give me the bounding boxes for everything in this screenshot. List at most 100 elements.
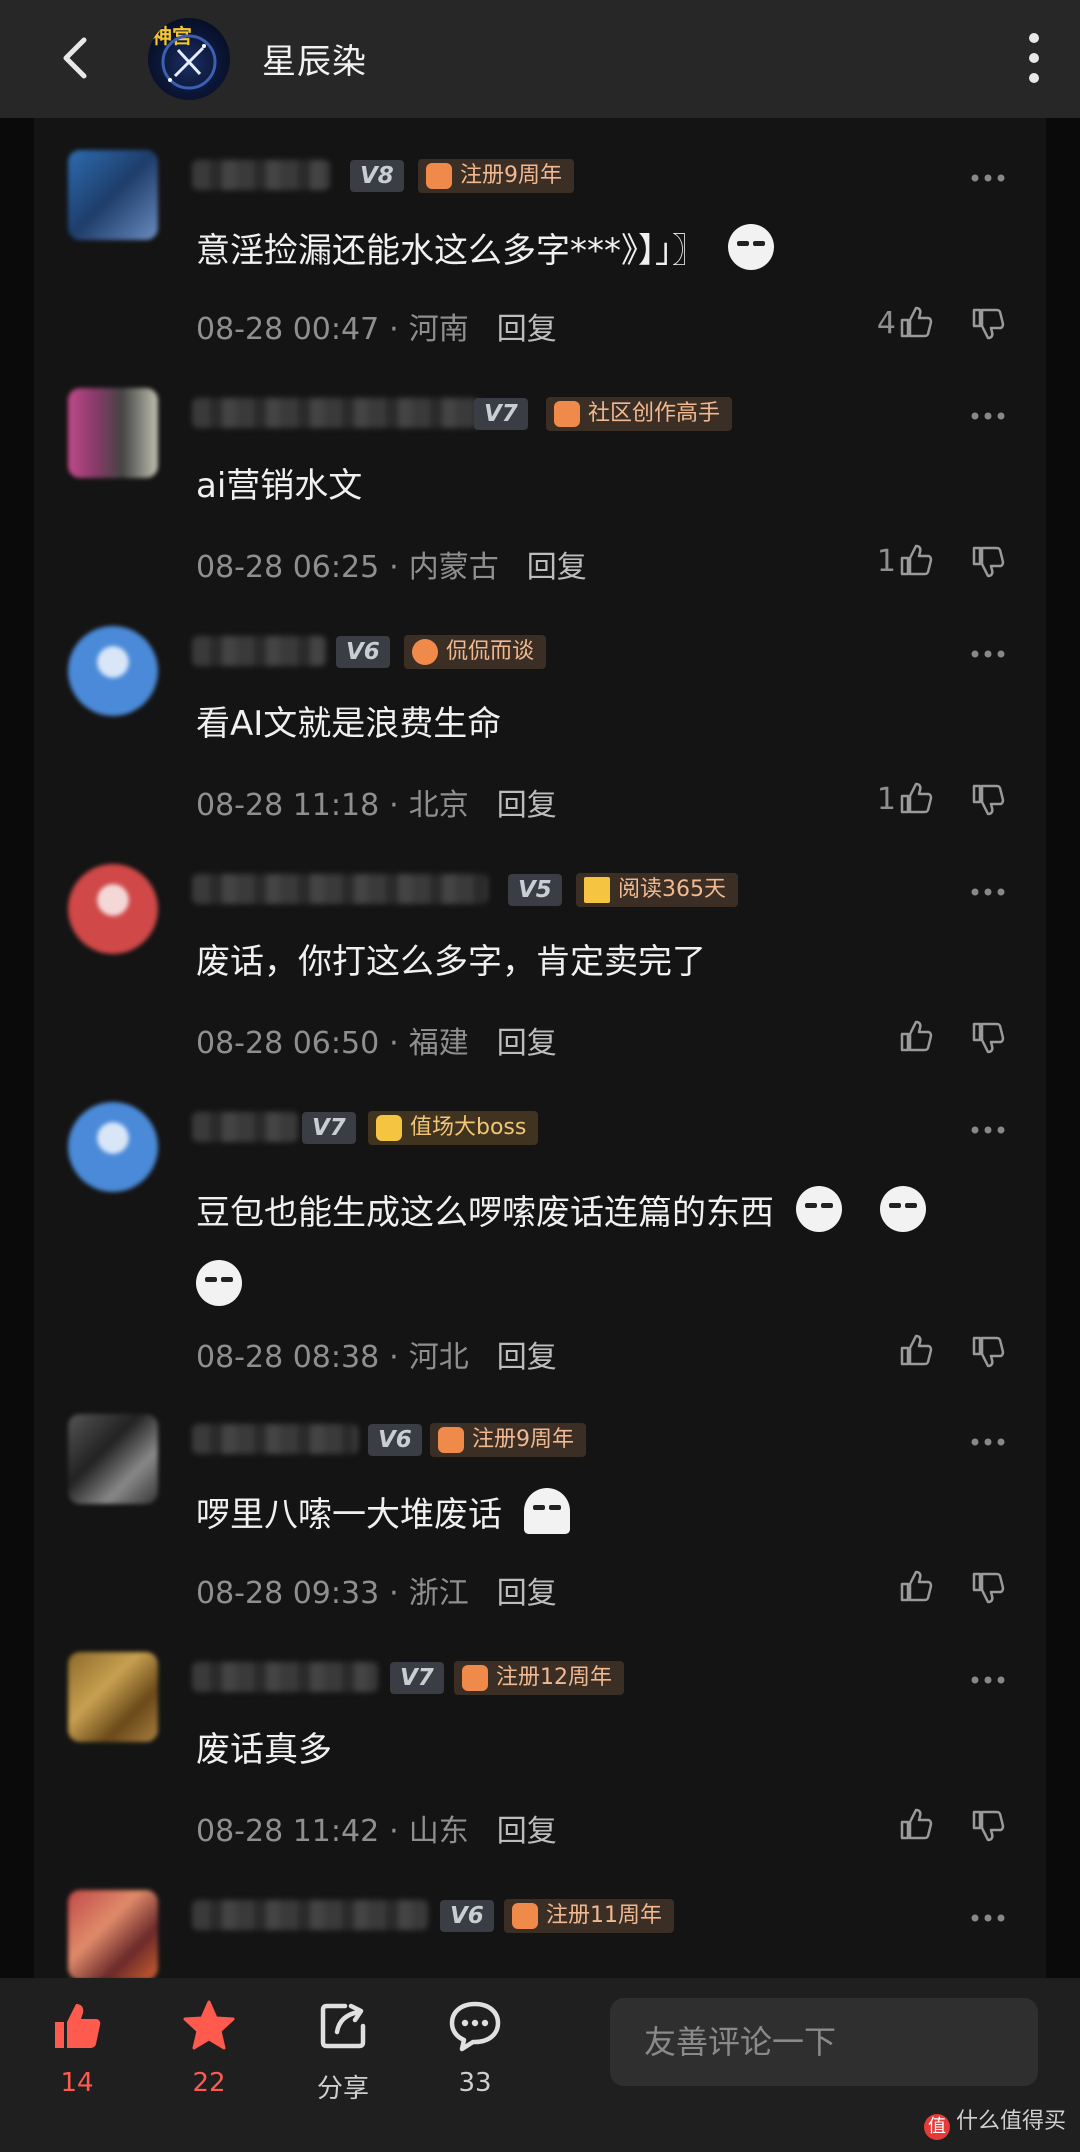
emoji-face-icon — [524, 1488, 570, 1534]
reply-button[interactable]: 回复 — [497, 1814, 557, 1849]
reply-button[interactable]: 回复 — [497, 1576, 557, 1611]
medal-badge: 注册9周年 — [430, 1423, 586, 1457]
medal-label: 值场大boss — [410, 1115, 527, 1140]
like-count: 4 — [876, 306, 896, 341]
comment-more-icon[interactable] — [970, 1675, 1006, 1685]
comment-more-icon[interactable] — [970, 411, 1006, 421]
username-blurred[interactable] — [192, 1662, 378, 1692]
thumbs-up-icon — [900, 544, 933, 576]
comment-location: 北京 — [408, 788, 469, 823]
user-avatar[interactable] — [68, 388, 158, 478]
like-button[interactable] — [834, 1806, 934, 1846]
like-button[interactable]: 4 — [834, 304, 934, 344]
star-filled-icon — [183, 2000, 235, 2050]
pen-icon — [554, 401, 580, 427]
comment-more-icon[interactable] — [970, 887, 1006, 897]
username-blurred[interactable] — [192, 874, 488, 904]
medal-label: 侃侃而谈 — [446, 639, 535, 664]
username-blurred[interactable] — [192, 1900, 428, 1930]
reply-button[interactable]: 回复 — [497, 788, 557, 823]
author-avatar[interactable]: 神宫 — [148, 18, 230, 100]
thumbs-up-icon — [900, 1020, 933, 1052]
reply-button[interactable]: 回复 — [497, 1026, 557, 1061]
username-blurred[interactable] — [192, 1424, 358, 1454]
like-article-button[interactable]: 14 — [32, 1998, 122, 2098]
thumbs-down-icon[interactable] — [970, 782, 1006, 818]
thumbs-down-icon[interactable] — [970, 1334, 1006, 1370]
thumbs-down-icon[interactable] — [970, 544, 1006, 580]
medal-label: 注册9周年 — [460, 163, 562, 188]
level-badge: V7 — [474, 398, 528, 430]
reply-button[interactable]: 回复 — [527, 550, 587, 585]
comment-text: 豆包也能生成这么啰嗦废话连篇的东西 — [196, 1176, 1016, 1324]
watermark: 值什么值得买 — [923, 2103, 1066, 2140]
reply-button[interactable]: 回复 — [497, 312, 557, 347]
comment-text: 啰里八嗦一大堆废话 — [196, 1488, 1016, 1539]
user-avatar[interactable] — [68, 1890, 158, 1978]
comment-more-icon[interactable] — [970, 649, 1006, 659]
share-button[interactable]: 分享 — [298, 1998, 388, 2105]
comment-text: 意淫捡漏还能水这么多字***》】」〗 — [196, 224, 1016, 275]
like-button[interactable] — [834, 1018, 934, 1058]
like-button[interactable] — [834, 1332, 934, 1372]
comment-text-content: 豆包也能生成这么啰嗦废话连篇的东西 — [196, 1193, 774, 1233]
user-avatar[interactable] — [68, 1652, 158, 1742]
username-blurred[interactable] — [192, 636, 326, 666]
reply-button[interactable]: 回复 — [497, 1340, 557, 1375]
user-avatar[interactable] — [68, 864, 158, 954]
user-avatar[interactable] — [68, 1102, 158, 1192]
username-blurred[interactable] — [192, 160, 330, 190]
comment-location: 山东 — [408, 1814, 469, 1849]
level-badge: V6 — [368, 1424, 422, 1456]
like-button[interactable]: 1 — [834, 780, 934, 820]
emoji-face-icon — [196, 1260, 242, 1306]
comment-date: 08-28 09:33 — [196, 1576, 380, 1611]
thumbs-up-icon — [900, 1570, 933, 1602]
comment-location: 河北 — [408, 1340, 469, 1375]
comment-list[interactable]: V8 注册9周年 意淫捡漏还能水这么多字***》】」〗 08-28 00:47 ·… — [34, 118, 1046, 1978]
share-label: 分享 — [316, 2074, 369, 2104]
comment-more-icon[interactable] — [970, 173, 1006, 183]
comment-meta: 08-28 09:33 · 浙江 回复 — [196, 1576, 557, 1611]
thumbs-down-icon[interactable] — [970, 306, 1006, 342]
user-avatar[interactable] — [68, 626, 158, 716]
medal-badge: 值场大boss — [368, 1111, 539, 1145]
thumbs-down-icon[interactable] — [970, 1020, 1006, 1056]
back-arrow-icon[interactable] — [54, 34, 102, 82]
comment-text-content: 啰里八嗦一大堆废话 — [196, 1495, 502, 1535]
user-avatar[interactable] — [68, 150, 158, 240]
cake-icon — [438, 1427, 464, 1453]
more-options-icon[interactable] — [1022, 28, 1046, 88]
watermark-text: 什么值得买 — [955, 2109, 1066, 2134]
user-avatar[interactable] — [68, 1414, 158, 1504]
username-blurred[interactable] — [192, 398, 482, 428]
comment-input[interactable]: 友善评论一下 — [610, 1998, 1038, 2086]
favorite-button[interactable]: 22 — [164, 1998, 254, 2098]
chat-icon — [412, 639, 438, 665]
medal-badge: 社区创作高手 — [546, 397, 733, 431]
favorite-count: 22 — [192, 2068, 226, 2098]
emoji-face-icon — [880, 1186, 926, 1232]
username-blurred[interactable] — [192, 1112, 298, 1142]
comment-location: 河南 — [408, 312, 469, 347]
comment-text: 废话，你打这么多字，肯定卖完了 — [196, 942, 706, 982]
like-button[interactable]: 1 — [834, 542, 934, 582]
comment-date: 08-28 11:42 — [196, 1814, 380, 1849]
brand-logo-icon: 值 — [923, 2114, 950, 2140]
comment-more-icon[interactable] — [970, 1437, 1006, 1447]
comment-text-content: 意淫捡漏还能水这么多字***》】」〗 — [196, 231, 706, 271]
medal-label: 注册9周年 — [472, 1427, 574, 1452]
comment-date: 08-28 08:38 — [196, 1340, 380, 1375]
thumbs-down-icon[interactable] — [970, 1808, 1006, 1844]
thumbs-down-icon[interactable] — [970, 1570, 1006, 1606]
cake-icon — [512, 1903, 538, 1929]
thumbs-up-icon — [900, 306, 933, 338]
comment-more-icon[interactable] — [970, 1913, 1006, 1923]
level-badge: V5 — [508, 874, 562, 906]
comments-button[interactable]: 33 — [430, 1998, 520, 2098]
like-button[interactable] — [834, 1568, 934, 1608]
comment-more-icon[interactable] — [970, 1125, 1006, 1135]
comment-text: 看AI文就是浪费生命 — [196, 704, 502, 744]
crown-icon — [376, 1115, 402, 1141]
comment-date: 08-28 06:50 — [196, 1026, 380, 1061]
